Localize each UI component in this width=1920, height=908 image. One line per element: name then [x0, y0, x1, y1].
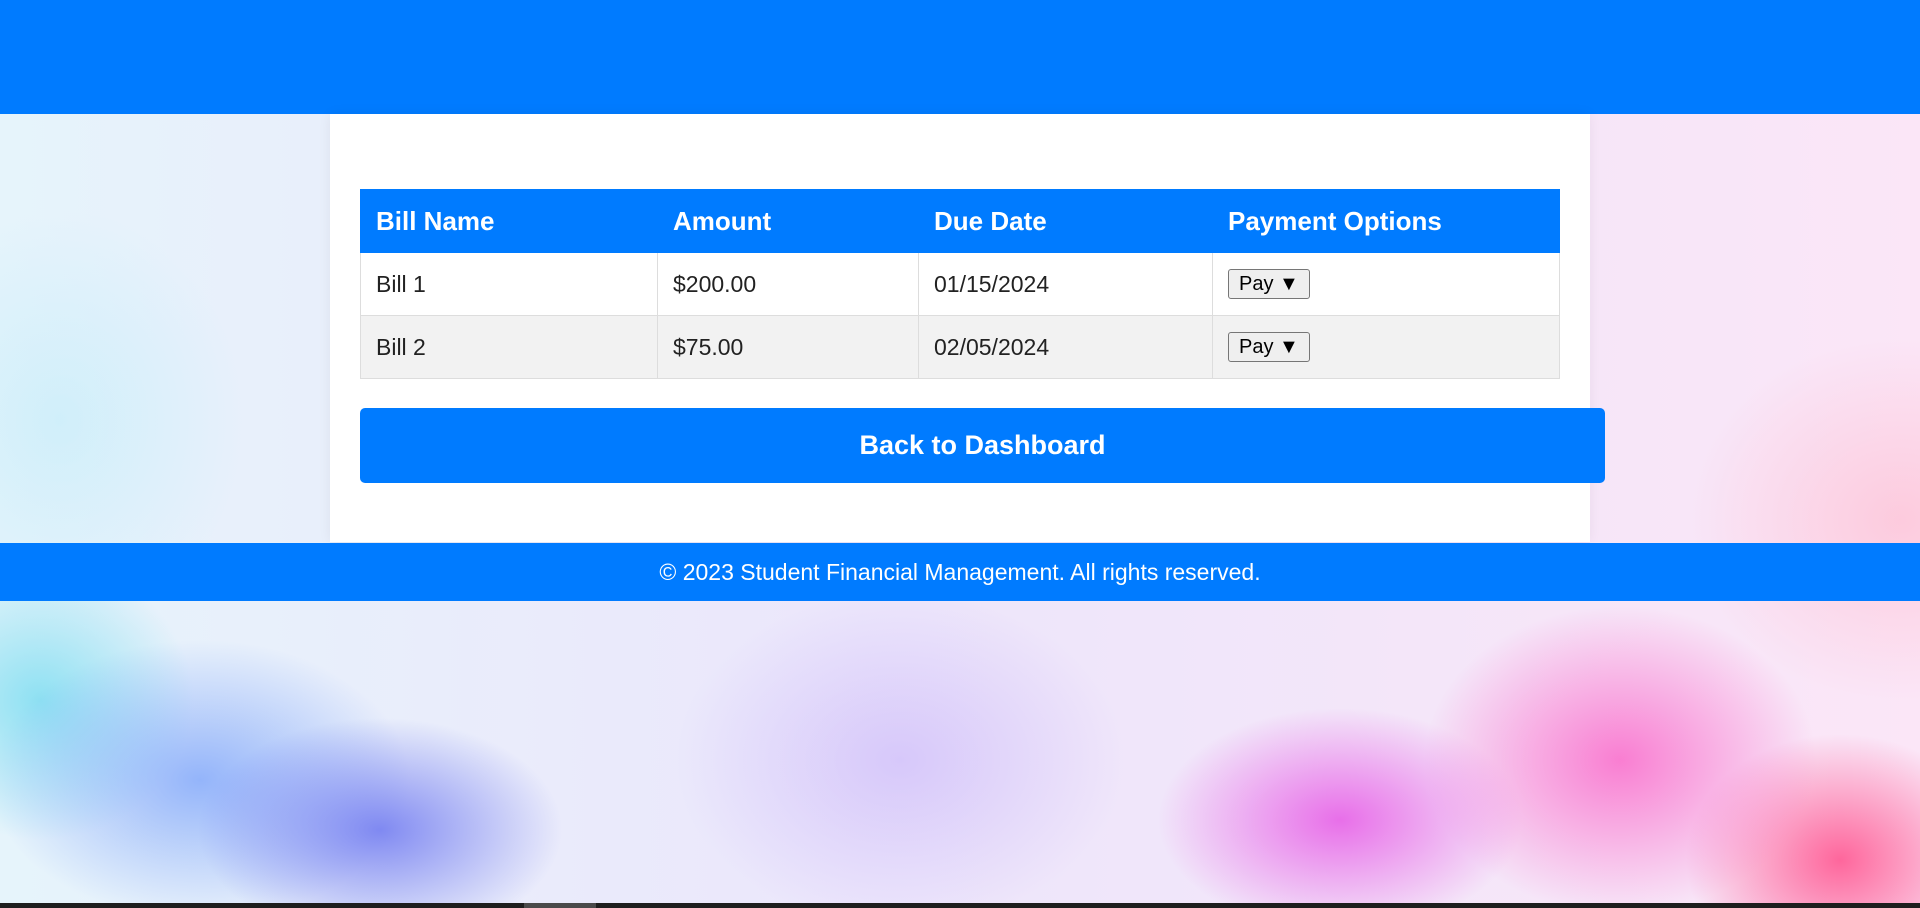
table-row: Bill 1 $200.00 01/15/2024 Pay ▼ [360, 252, 1560, 316]
bills-card: Bill Name Amount Due Date Payment Option… [330, 114, 1605, 542]
pay-dropdown-button[interactable]: Pay ▼ [1228, 332, 1310, 363]
due-date-cell: 02/05/2024 [918, 315, 1213, 379]
table-row: Bill 2 $75.00 02/05/2024 Pay ▼ [360, 315, 1560, 379]
amount-cell: $200.00 [657, 252, 919, 316]
back-to-dashboard-button[interactable]: Back to Dashboard [360, 408, 1605, 483]
header-due-date: Due Date [918, 189, 1213, 253]
amount-cell: $75.00 [657, 315, 919, 379]
header-bill-name: Bill Name [360, 189, 658, 253]
table-header-row: Bill Name Amount Due Date Payment Option… [360, 189, 1560, 253]
bill-name-cell: Bill 2 [360, 315, 658, 379]
taskbar-strip [0, 903, 1920, 908]
taskbar-segment [524, 903, 596, 908]
pay-dropdown-button[interactable]: Pay ▼ [1228, 269, 1310, 300]
bills-table: Bill Name Amount Due Date Payment Option… [360, 189, 1560, 379]
header-payment-options: Payment Options [1212, 189, 1560, 253]
due-date-cell: 01/15/2024 [918, 252, 1213, 316]
header-amount: Amount [657, 189, 919, 253]
payment-options-cell: Pay ▼ [1212, 315, 1560, 379]
footer-copyright: © 2023 Student Financial Management. All… [659, 558, 1261, 585]
top-header-bar [0, 0, 1920, 114]
bill-name-cell: Bill 1 [360, 252, 658, 316]
footer-bar: © 2023 Student Financial Management. All… [0, 543, 1920, 601]
payment-options-cell: Pay ▼ [1212, 252, 1560, 316]
